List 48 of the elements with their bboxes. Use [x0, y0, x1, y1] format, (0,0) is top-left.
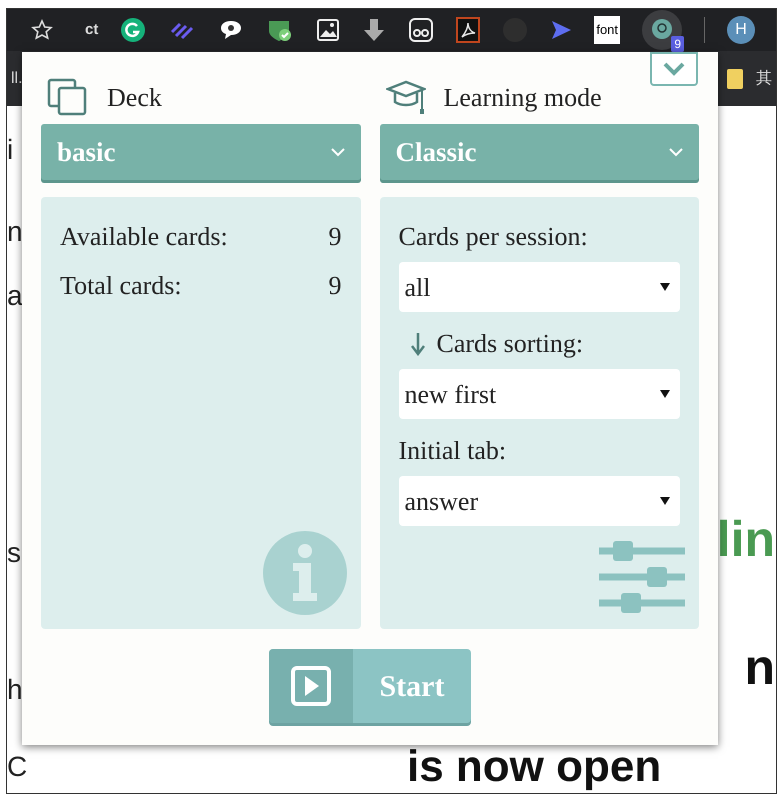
page-text: n: [7, 216, 24, 248]
down-arrow-icon: [410, 332, 424, 356]
page-text: s: [7, 537, 22, 569]
stat-value: 9: [328, 270, 342, 302]
field-label: Initial tab:: [398, 435, 506, 467]
count-badge: 9: [671, 36, 684, 52]
page-text: C: [7, 751, 28, 783]
star-icon[interactable]: [31, 19, 53, 41]
pdf-icon[interactable]: [456, 17, 480, 43]
section-title: Learning mode: [444, 82, 602, 114]
info-icon: [262, 531, 346, 615]
glasses-box-icon[interactable]: [408, 17, 434, 43]
image-icon[interactable]: [316, 18, 340, 42]
heading-text: is now open: [407, 745, 662, 789]
field-label: Cards per session:: [398, 221, 588, 253]
field-label: Cards sorting:: [436, 328, 584, 360]
extension-label[interactable]: font: [594, 16, 620, 44]
folder-icon[interactable]: [726, 68, 744, 90]
stat-label: Available cards:: [60, 221, 228, 253]
stat-label: Total cards:: [60, 270, 182, 302]
copy-squares-icon: [47, 78, 89, 116]
page-text: i: [7, 134, 14, 166]
select-field[interactable]: answer: [398, 476, 680, 526]
circle-g-icon[interactable]: [120, 17, 146, 43]
bookmark-label[interactable]: ll.: [11, 66, 23, 90]
select-field[interactable]: all: [398, 262, 680, 312]
stat-value: 9: [328, 221, 342, 253]
dropdown-triangle-icon: [660, 390, 670, 398]
extension-label[interactable]: ct: [85, 18, 98, 42]
extension-button[interactable]: 9: [642, 10, 682, 50]
chevron-down-icon: [330, 147, 344, 157]
dropdown-triangle-icon: [660, 283, 670, 291]
chevron-down-icon: [669, 147, 683, 157]
collapse-button[interactable]: [650, 52, 698, 86]
select-field[interactable]: new first: [398, 369, 680, 419]
dropdown-triangle-icon: [660, 497, 670, 505]
graduation-cap-icon: [386, 79, 426, 115]
section-title: Deck: [107, 82, 162, 114]
page-text: a: [7, 280, 24, 312]
page-text: lin: [716, 514, 775, 564]
page-text: h: [7, 674, 24, 706]
chevron-down-icon: [662, 61, 686, 77]
play-triangle-icon[interactable]: [550, 19, 572, 41]
sliders-icon: [599, 541, 685, 615]
bookmark-label[interactable]: 其: [756, 66, 772, 90]
download-arrow-icon[interactable]: [362, 17, 386, 43]
play-icon: [291, 666, 331, 706]
page-text: n: [744, 642, 775, 692]
